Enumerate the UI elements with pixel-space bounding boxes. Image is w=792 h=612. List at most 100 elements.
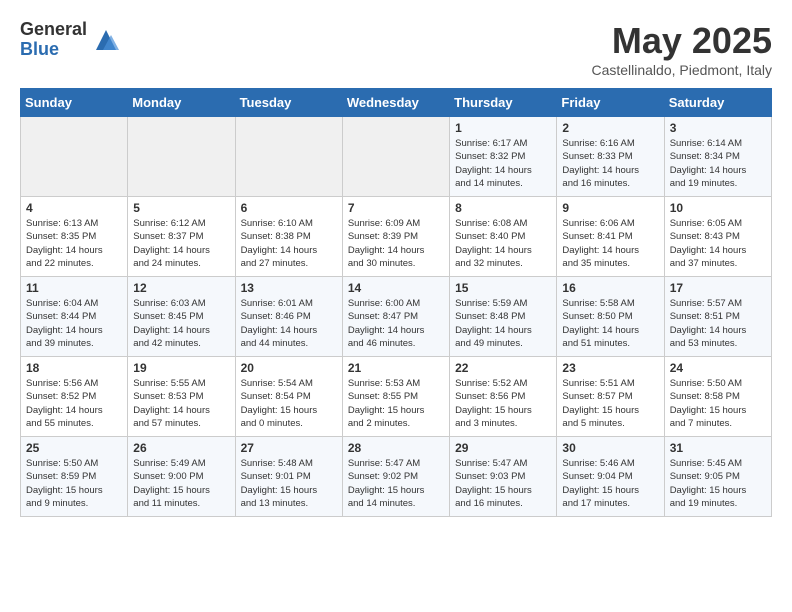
calendar-cell — [21, 117, 128, 197]
day-number: 12 — [133, 281, 229, 295]
day-number: 16 — [562, 281, 658, 295]
day-number: 21 — [348, 361, 444, 375]
calendar-cell: 21 Sunrise: 5:53 AM Sunset: 8:55 PM Dayli… — [342, 357, 449, 437]
logo-icon — [91, 25, 121, 55]
day-info: Sunrise: 5:54 AM Sunset: 8:54 PM Dayligh… — [241, 377, 337, 430]
calendar-cell: 14 Sunrise: 6:00 AM Sunset: 8:47 PM Dayli… — [342, 277, 449, 357]
calendar-table: SundayMondayTuesdayWednesdayThursdayFrid… — [20, 88, 772, 517]
day-number: 25 — [26, 441, 122, 455]
calendar-week-row: 1 Sunrise: 6:17 AM Sunset: 8:32 PM Daylig… — [21, 117, 772, 197]
location-text: Castellinaldo, Piedmont, Italy — [591, 62, 772, 78]
day-number: 14 — [348, 281, 444, 295]
calendar-cell: 2 Sunrise: 6:16 AM Sunset: 8:33 PM Daylig… — [557, 117, 664, 197]
day-info: Sunrise: 5:47 AM Sunset: 9:03 PM Dayligh… — [455, 457, 551, 510]
day-info: Sunrise: 5:49 AM Sunset: 9:00 PM Dayligh… — [133, 457, 229, 510]
calendar-cell: 10Sunrise: 6:05 AM Sunset: 8:43 PM Dayli… — [664, 197, 771, 277]
day-number: 27 — [241, 441, 337, 455]
day-info: Sunrise: 5:52 AM Sunset: 8:56 PM Dayligh… — [455, 377, 551, 430]
calendar-cell: 25Sunrise: 5:50 AM Sunset: 8:59 PM Dayli… — [21, 437, 128, 517]
day-number: 3 — [670, 121, 766, 135]
day-info: Sunrise: 5:55 AM Sunset: 8:53 PM Dayligh… — [133, 377, 229, 430]
calendar-week-row: 25Sunrise: 5:50 AM Sunset: 8:59 PM Dayli… — [21, 437, 772, 517]
day-info: Sunrise: 5:50 AM Sunset: 8:58 PM Dayligh… — [670, 377, 766, 430]
calendar-cell — [342, 117, 449, 197]
calendar-weekday-monday: Monday — [128, 89, 235, 117]
calendar-cell: 6 Sunrise: 6:10 AM Sunset: 8:38 PM Daylig… — [235, 197, 342, 277]
day-number: 10 — [670, 201, 766, 215]
day-info: Sunrise: 6:10 AM Sunset: 8:38 PM Dayligh… — [241, 217, 337, 270]
calendar-header-row: SundayMondayTuesdayWednesdayThursdayFrid… — [21, 89, 772, 117]
logo: General Blue — [20, 20, 121, 60]
day-info: Sunrise: 6:00 AM Sunset: 8:47 PM Dayligh… — [348, 297, 444, 350]
calendar-weekday-wednesday: Wednesday — [342, 89, 449, 117]
day-info: Sunrise: 6:12 AM Sunset: 8:37 PM Dayligh… — [133, 217, 229, 270]
day-number: 29 — [455, 441, 551, 455]
calendar-weekday-thursday: Thursday — [450, 89, 557, 117]
day-number: 8 — [455, 201, 551, 215]
calendar-cell: 19 Sunrise: 5:55 AM Sunset: 8:53 PM Dayli… — [128, 357, 235, 437]
day-number: 2 — [562, 121, 658, 135]
calendar-cell: 26 Sunrise: 5:49 AM Sunset: 9:00 PM Dayli… — [128, 437, 235, 517]
day-info: Sunrise: 5:47 AM Sunset: 9:02 PM Dayligh… — [348, 457, 444, 510]
calendar-cell: 13 Sunrise: 6:01 AM Sunset: 8:46 PM Dayli… — [235, 277, 342, 357]
day-number: 11 — [26, 281, 122, 295]
calendar-cell: 22 Sunrise: 5:52 AM Sunset: 8:56 PM Dayli… — [450, 357, 557, 437]
calendar-cell: 8 Sunrise: 6:08 AM Sunset: 8:40 PM Daylig… — [450, 197, 557, 277]
day-number: 15 — [455, 281, 551, 295]
calendar-cell — [128, 117, 235, 197]
calendar-cell: 31 Sunrise: 5:45 AM Sunset: 9:05 PM Dayli… — [664, 437, 771, 517]
logo-blue-text: Blue — [20, 40, 87, 60]
month-title: May 2025 — [591, 20, 772, 62]
calendar-week-row: 11 Sunrise: 6:04 AM Sunset: 8:44 PM Dayli… — [21, 277, 772, 357]
day-info: Sunrise: 5:46 AM Sunset: 9:04 PM Dayligh… — [562, 457, 658, 510]
day-info: Sunrise: 5:53 AM Sunset: 8:55 PM Dayligh… — [348, 377, 444, 430]
day-info: Sunrise: 6:04 AM Sunset: 8:44 PM Dayligh… — [26, 297, 122, 350]
calendar-weekday-sunday: Sunday — [21, 89, 128, 117]
day-info: Sunrise: 5:45 AM Sunset: 9:05 PM Dayligh… — [670, 457, 766, 510]
day-info: Sunrise: 6:16 AM Sunset: 8:33 PM Dayligh… — [562, 137, 658, 190]
day-number: 19 — [133, 361, 229, 375]
day-info: Sunrise: 5:56 AM Sunset: 8:52 PM Dayligh… — [26, 377, 122, 430]
day-info: Sunrise: 6:13 AM Sunset: 8:35 PM Dayligh… — [26, 217, 122, 270]
logo-general-text: General — [20, 20, 87, 40]
page-header: General Blue May 2025 Castellinaldo, Pie… — [20, 20, 772, 78]
day-info: Sunrise: 6:03 AM Sunset: 8:45 PM Dayligh… — [133, 297, 229, 350]
calendar-cell: 27Sunrise: 5:48 AM Sunset: 9:01 PM Dayli… — [235, 437, 342, 517]
day-info: Sunrise: 6:01 AM Sunset: 8:46 PM Dayligh… — [241, 297, 337, 350]
calendar-cell: 29 Sunrise: 5:47 AM Sunset: 9:03 PM Dayli… — [450, 437, 557, 517]
calendar-cell: 7 Sunrise: 6:09 AM Sunset: 8:39 PM Daylig… — [342, 197, 449, 277]
day-info: Sunrise: 6:09 AM Sunset: 8:39 PM Dayligh… — [348, 217, 444, 270]
calendar-cell: 28 Sunrise: 5:47 AM Sunset: 9:02 PM Dayli… — [342, 437, 449, 517]
calendar-weekday-friday: Friday — [557, 89, 664, 117]
calendar-cell: 20 Sunrise: 5:54 AM Sunset: 8:54 PM Dayli… — [235, 357, 342, 437]
calendar-cell: 11 Sunrise: 6:04 AM Sunset: 8:44 PM Dayli… — [21, 277, 128, 357]
day-info: Sunrise: 5:51 AM Sunset: 8:57 PM Dayligh… — [562, 377, 658, 430]
day-info: Sunrise: 5:58 AM Sunset: 8:50 PM Dayligh… — [562, 297, 658, 350]
day-info: Sunrise: 6:17 AM Sunset: 8:32 PM Dayligh… — [455, 137, 551, 190]
calendar-cell: 1 Sunrise: 6:17 AM Sunset: 8:32 PM Daylig… — [450, 117, 557, 197]
calendar-weekday-tuesday: Tuesday — [235, 89, 342, 117]
calendar-week-row: 18Sunrise: 5:56 AM Sunset: 8:52 PM Dayli… — [21, 357, 772, 437]
title-section: May 2025 Castellinaldo, Piedmont, Italy — [591, 20, 772, 78]
day-number: 23 — [562, 361, 658, 375]
calendar-cell: 5Sunrise: 6:12 AM Sunset: 8:37 PM Daylig… — [128, 197, 235, 277]
day-info: Sunrise: 6:08 AM Sunset: 8:40 PM Dayligh… — [455, 217, 551, 270]
calendar-cell: 15Sunrise: 5:59 AM Sunset: 8:48 PM Dayli… — [450, 277, 557, 357]
day-info: Sunrise: 6:06 AM Sunset: 8:41 PM Dayligh… — [562, 217, 658, 270]
day-number: 20 — [241, 361, 337, 375]
calendar-week-row: 4Sunrise: 6:13 AM Sunset: 8:35 PM Daylig… — [21, 197, 772, 277]
day-number: 7 — [348, 201, 444, 215]
day-number: 6 — [241, 201, 337, 215]
day-number: 13 — [241, 281, 337, 295]
calendar-cell: 17Sunrise: 5:57 AM Sunset: 8:51 PM Dayli… — [664, 277, 771, 357]
day-number: 1 — [455, 121, 551, 135]
calendar-cell: 23 Sunrise: 5:51 AM Sunset: 8:57 PM Dayli… — [557, 357, 664, 437]
day-number: 9 — [562, 201, 658, 215]
calendar-cell: 9 Sunrise: 6:06 AM Sunset: 8:41 PM Daylig… — [557, 197, 664, 277]
day-number: 31 — [670, 441, 766, 455]
day-number: 22 — [455, 361, 551, 375]
day-number: 24 — [670, 361, 766, 375]
calendar-cell: 4Sunrise: 6:13 AM Sunset: 8:35 PM Daylig… — [21, 197, 128, 277]
day-number: 28 — [348, 441, 444, 455]
day-number: 26 — [133, 441, 229, 455]
